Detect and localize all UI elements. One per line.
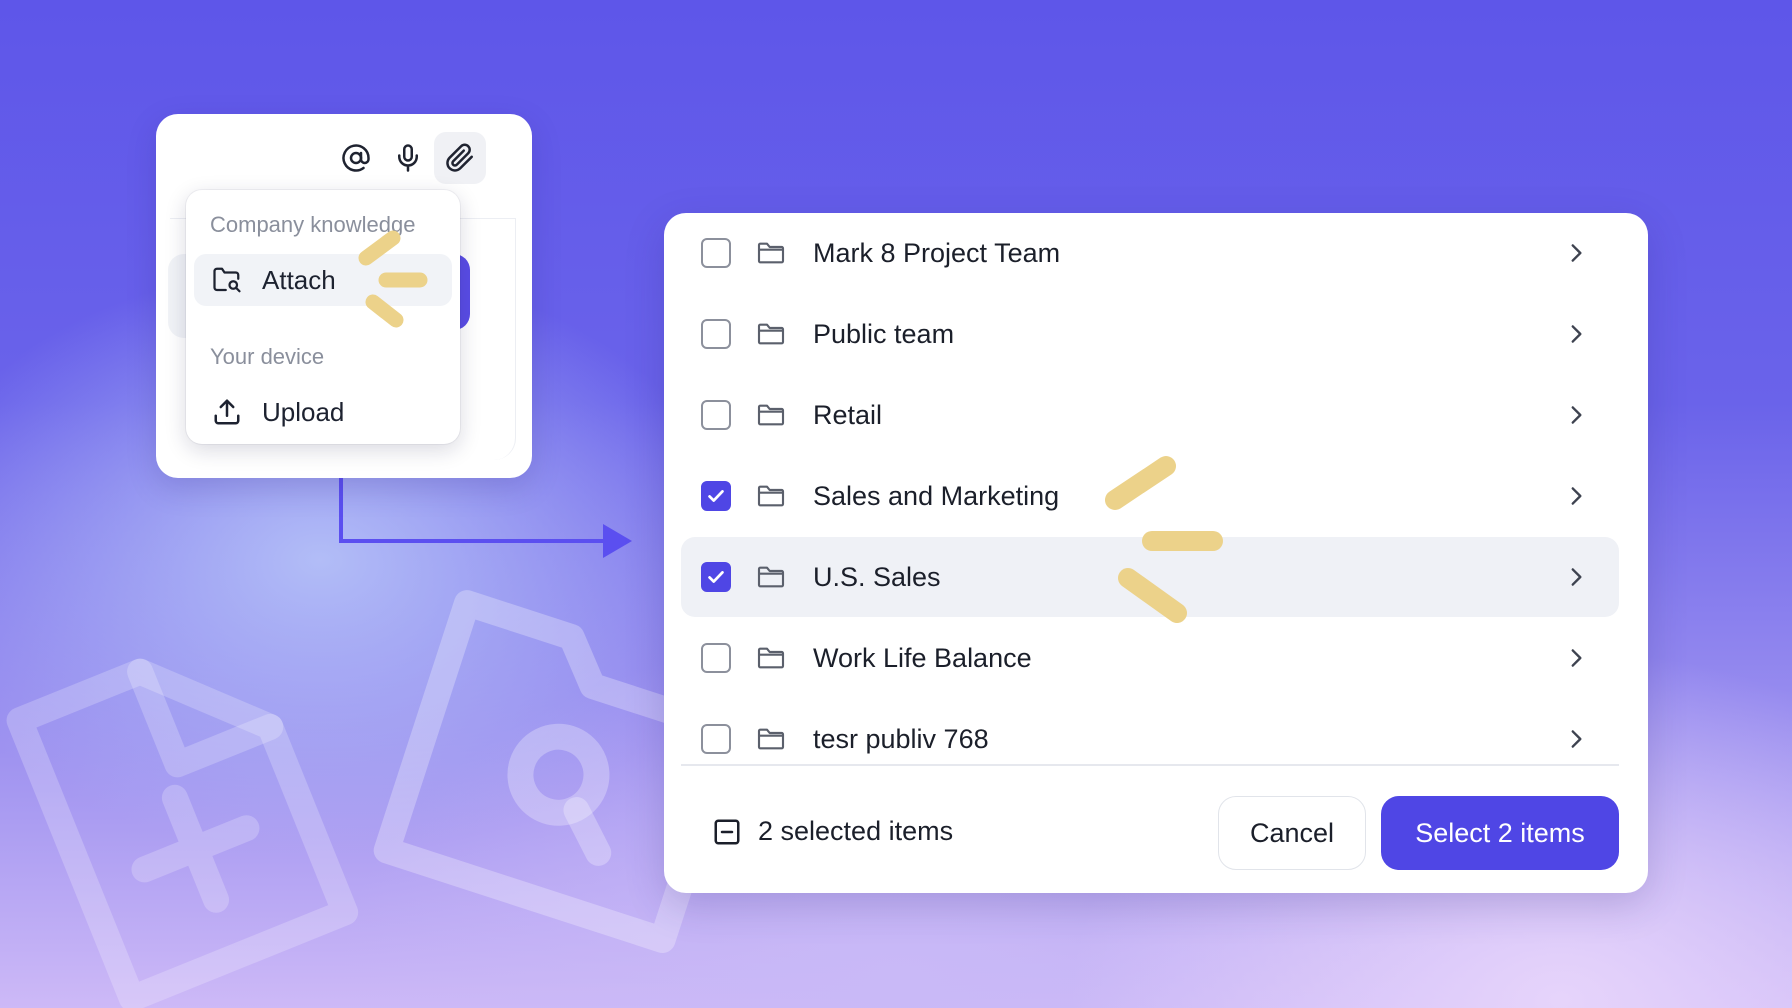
selected-count-label: 2 selected items	[758, 816, 954, 846]
menu-item-attach-label: Attach	[262, 264, 336, 295]
folder-icon	[755, 723, 787, 755]
folder-icon	[755, 237, 787, 269]
connector-arrow	[339, 478, 632, 558]
upload-icon	[214, 399, 240, 425]
section-your-device: Your device	[210, 344, 325, 369]
folder-icon	[755, 480, 787, 512]
folder-row[interactable]: Public team	[681, 294, 1619, 374]
folder-checkbox[interactable]	[701, 562, 731, 592]
folder-icon	[755, 399, 787, 431]
paperclip-icon	[446, 143, 473, 172]
microphone-icon	[398, 144, 418, 172]
folder-picker-dialog: Mark 8 Project Team Public team Retail Sale…	[664, 213, 1648, 893]
selection-summary[interactable]: 2 selected items	[712, 816, 953, 847]
folder-checkbox[interactable]	[701, 319, 731, 349]
folder-row[interactable]: Mark 8 Project Team	[681, 213, 1619, 293]
folder-row[interactable]: Work Life Balance	[681, 618, 1619, 698]
folder-checkbox[interactable]	[701, 400, 731, 430]
chevron-right-icon[interactable]	[1563, 645, 1589, 671]
checkmark-icon	[708, 490, 724, 502]
folder-checkbox[interactable]	[701, 238, 731, 268]
cancel-button[interactable]: Cancel	[1218, 796, 1366, 870]
file-plus-icon	[6, 658, 359, 1008]
menu-item-upload[interactable]: Upload	[194, 386, 452, 438]
folder-checkbox[interactable]	[701, 724, 731, 754]
footer-divider	[681, 764, 1619, 766]
folder-row[interactable]: Retail	[681, 375, 1619, 455]
composer-card: Company knowledge Attach Your device Upl…	[156, 114, 532, 478]
folder-icon	[755, 642, 787, 674]
folder-row[interactable]: tesr publiv 768	[681, 699, 1619, 779]
chevron-right-icon[interactable]	[1563, 321, 1589, 347]
folder-search-icon	[213, 267, 241, 293]
menu-item-upload-label: Upload	[262, 396, 345, 427]
folder-row[interactable]: Sales and Marketing	[681, 456, 1619, 536]
folder-icon	[755, 318, 787, 350]
folder-row[interactable]: U.S. Sales	[681, 537, 1619, 617]
mention-button[interactable]	[330, 132, 382, 184]
folder-icon	[755, 561, 787, 593]
voice-button[interactable]	[382, 132, 434, 184]
folder-checkbox[interactable]	[701, 643, 731, 673]
at-sign-icon	[342, 144, 370, 172]
menu-item-attach[interactable]: Attach	[194, 254, 452, 306]
chevron-right-icon[interactable]	[1563, 726, 1589, 752]
chevron-right-icon[interactable]	[1563, 402, 1589, 428]
attach-button[interactable]	[434, 132, 486, 184]
folder-name: Mark 8 Project Team	[813, 237, 1061, 268]
folder-name: tesr publiv 768	[813, 723, 989, 754]
deselect-all-icon[interactable]	[712, 817, 742, 847]
folder-name: Work Life Balance	[813, 642, 1032, 673]
chevron-right-icon[interactable]	[1563, 240, 1589, 266]
section-company-knowledge: Company knowledge	[210, 212, 416, 237]
folder-name: Sales and Marketing	[813, 480, 1060, 511]
checkmark-icon	[708, 571, 724, 583]
folder-checkbox[interactable]	[701, 481, 731, 511]
select-items-button[interactable]: Select 2 items	[1381, 796, 1619, 870]
folder-name: Retail	[813, 399, 883, 430]
chevron-right-icon[interactable]	[1563, 483, 1589, 509]
folder-name: U.S. Sales	[813, 561, 941, 592]
chevron-right-icon[interactable]	[1563, 564, 1589, 590]
attach-menu: Company knowledge Attach Your device Upl…	[186, 190, 460, 444]
folder-name: Public team	[813, 318, 955, 349]
